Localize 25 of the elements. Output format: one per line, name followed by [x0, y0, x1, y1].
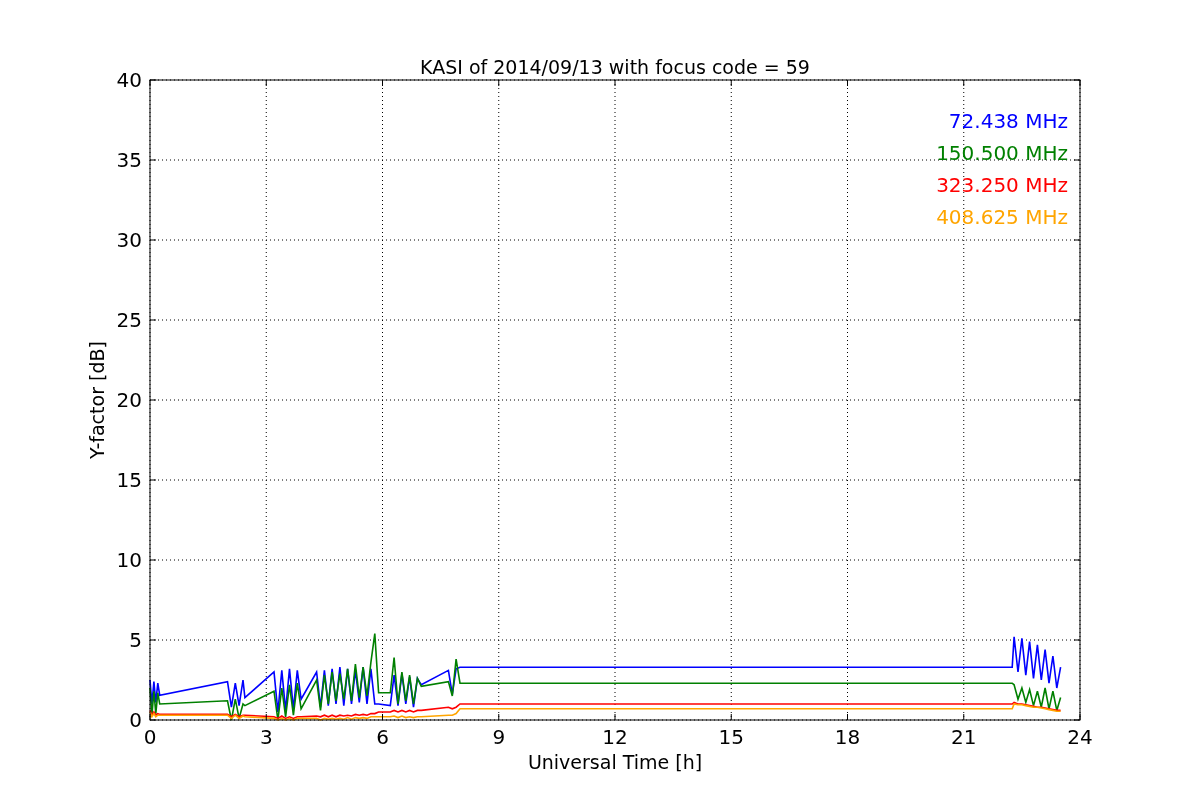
x-tick-label: 9 — [492, 725, 506, 749]
x-tick-label: 12 — [602, 725, 628, 749]
x-tick-label: 21 — [951, 725, 977, 749]
x-tick-label: 18 — [834, 725, 861, 749]
x-tick-label: 6 — [376, 725, 389, 749]
y-tick-label: 30 — [116, 228, 142, 252]
x-tick-label: 3 — [259, 725, 273, 749]
legend-label: 323.250 MHz — [936, 173, 1068, 197]
y-tick-label: 15 — [116, 468, 142, 492]
y-tick-label: 5 — [129, 628, 142, 652]
y-tick-label: 20 — [116, 388, 142, 412]
legend-label: 72.438 MHz — [948, 109, 1068, 133]
x-tick-label: 24 — [1067, 725, 1093, 749]
y-tick-label: 40 — [116, 68, 142, 92]
legend-label: 150.500 MHz — [936, 141, 1068, 165]
x-tick-label: 0 — [143, 725, 157, 749]
x-tick-label: 15 — [718, 725, 744, 749]
chart-title: KASI of 2014/09/13 with focus code = 59 — [420, 56, 810, 78]
y-tick-label: 0 — [129, 708, 142, 732]
y-tick-label: 35 — [116, 148, 142, 172]
y-axis-label: Y-factor [dB] — [86, 341, 108, 459]
x-axis-label: Universal Time [h] — [527, 751, 703, 773]
y-tick-label: 25 — [116, 308, 142, 332]
legend-label: 408.625 MHz — [936, 205, 1068, 229]
y-tick-label: 10 — [116, 548, 142, 572]
